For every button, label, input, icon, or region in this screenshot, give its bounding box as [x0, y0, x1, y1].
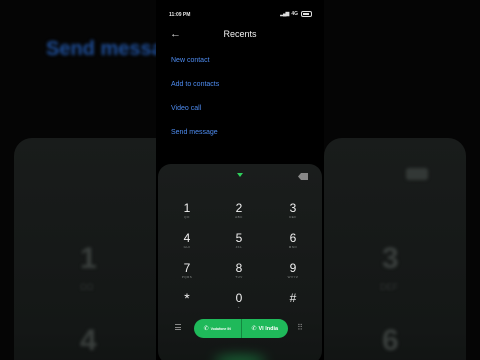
call-glow [214, 356, 266, 360]
phone-icon: ✆ [251, 326, 257, 332]
background-digit: 6 [382, 324, 399, 357]
menu-item-add-to-contacts[interactable]: Add to contacts [171, 80, 219, 104]
dialpad: 1 QO 2 ABC 3 DEF 4 GHI 5 JKL 6 MNO 7 PQRS 8 TUV … [158, 164, 322, 360]
dial-key-2[interactable]: 2 ABC [221, 201, 257, 219]
dial-key-5[interactable]: 5 JKL [221, 231, 257, 249]
background-delete-icon [406, 168, 428, 180]
dial-key-3[interactable]: 3 DEF [275, 201, 311, 219]
dial-key-1[interactable]: 1 QO [169, 201, 205, 219]
background-sub: DEF [380, 282, 398, 292]
status-bar: 11:09 PM ▂▄▆ 4G [156, 0, 324, 20]
dial-key-star[interactable]: * [169, 291, 205, 309]
background-digit: 1 [80, 242, 97, 275]
status-time: 11:09 PM [169, 12, 191, 18]
background-sub: ΩΩ [80, 282, 94, 292]
sim1-label: Vodafone IN [210, 326, 231, 331]
background-title: Send messa [46, 38, 156, 60]
call-buttons: ✆ Vodafone IN ✆ VI India [194, 319, 288, 338]
menu-item-new-contact[interactable]: New contact [171, 56, 219, 80]
background-left-blur: Send messa 1 ΩΩ 4 [0, 0, 156, 360]
background-digit: 3 [382, 242, 399, 275]
network-type: 4G [291, 11, 298, 17]
phone-icon: ✆ [203, 326, 209, 332]
dial-key-9[interactable]: 9 WXYZ [275, 261, 311, 279]
action-menu: New contact Add to contacts Video call S… [171, 56, 219, 152]
dial-key-6[interactable]: 6 MNO [275, 231, 311, 249]
backspace-icon[interactable] [298, 173, 308, 180]
background-right-blur: 3 DEF 6 [324, 0, 480, 360]
dial-key-0[interactable]: 0 + [221, 291, 257, 309]
phone-screen: 11:09 PM ▂▄▆ 4G ← Recents New contact Ad… [156, 0, 324, 360]
call-sim2-button[interactable]: ✆ VI India [240, 319, 289, 338]
dial-key-8[interactable]: 8 TUV [221, 261, 257, 279]
dial-key-hash[interactable]: # [275, 291, 311, 309]
sim2-label: VI India [258, 325, 279, 332]
dial-key-7[interactable]: 7 PQRS [169, 261, 205, 279]
dialpad-grid-icon[interactable]: ⠿ [297, 323, 303, 332]
dial-key-4[interactable]: 4 GHI [169, 231, 205, 249]
menu-item-video-call[interactable]: Video call [171, 104, 219, 128]
menu-item-send-message[interactable]: Send message [171, 128, 219, 152]
collapse-dialpad-icon[interactable] [237, 173, 243, 177]
header: ← Recents [156, 25, 324, 45]
background-digit: 4 [80, 324, 97, 357]
signal-icon: ▂▄▆ [280, 11, 289, 17]
background-dialpad: 3 DEF 6 [324, 138, 466, 360]
status-icons: ▂▄▆ 4G [280, 11, 312, 17]
page-title: Recents [223, 29, 257, 39]
menu-icon[interactable] [175, 324, 181, 330]
background-dialpad: 1 ΩΩ 4 [14, 138, 156, 360]
battery-icon [301, 11, 312, 17]
call-sim1-button[interactable]: ✆ Vodafone IN [194, 319, 241, 338]
